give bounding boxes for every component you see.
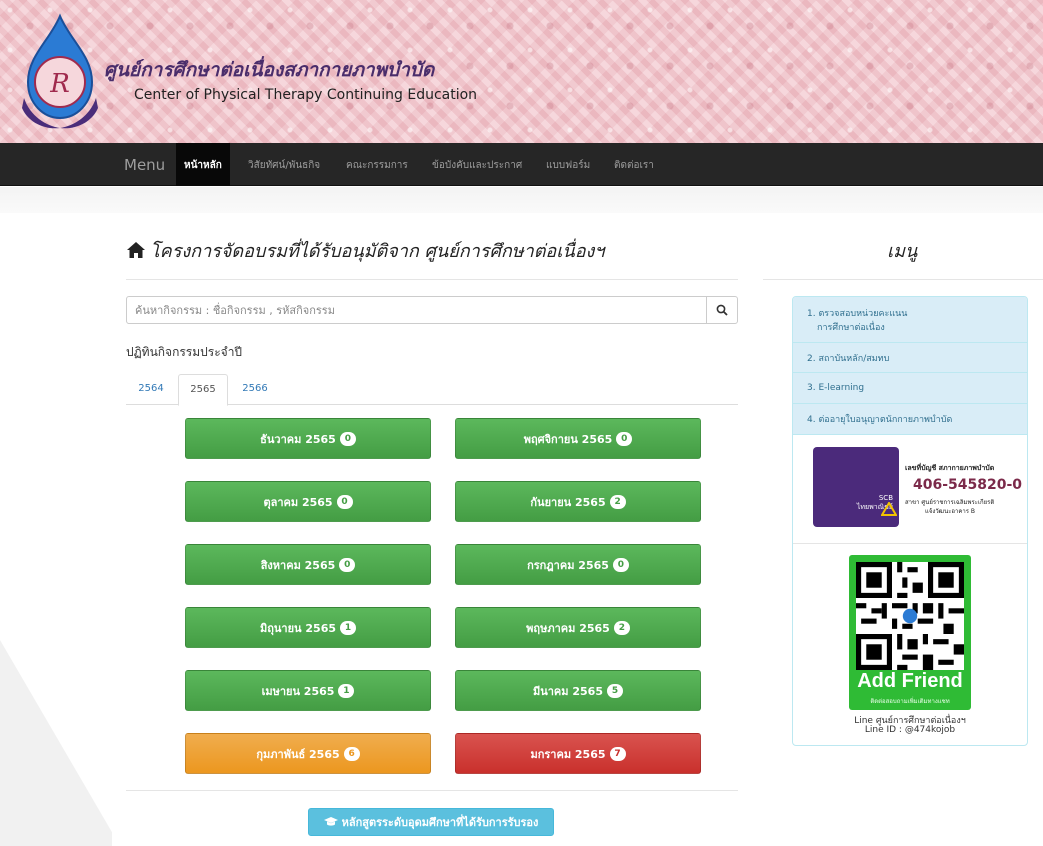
month-button-sep[interactable]: กันยายน 2565 2 xyxy=(455,481,701,522)
line-add-friend-qr[interactable]: Add Friend ติดต่อสอบถามเพิ่มเติมทางแชท xyxy=(849,555,971,710)
sidebar-item-license-renewal[interactable]: 4. ต่ออายุใบอนุญาตนักกายภาพบำบัด xyxy=(793,404,1027,435)
search-group xyxy=(126,296,738,324)
divider xyxy=(126,279,738,280)
month-button-nov[interactable]: พฤศจิกายน 2565 0 xyxy=(455,418,701,459)
header-banner: R ศูนย์การศึกษาต่อเนื่องสภากายภาพบำบัด C… xyxy=(0,0,1043,143)
month-button-oct[interactable]: ตุลาคม 2565 0 xyxy=(185,481,431,522)
page-title: โครงการจัดอบรมที่ได้รับอนุมัติจาก ศูนย์ก… xyxy=(126,236,604,265)
scb-logo-card: SCB ไทยพาณิชย์ xyxy=(813,447,899,527)
site-title-en: Center of Physical Therapy Continuing Ed… xyxy=(134,87,478,103)
activity-count-badge: 6 xyxy=(343,746,360,761)
activity-search-input[interactable] xyxy=(126,296,707,324)
activity-count-badge: 0 xyxy=(339,557,356,572)
nav-item-forms[interactable]: แบบฟอร์ม xyxy=(546,158,590,173)
activity-count-badge: 1 xyxy=(338,683,355,698)
month-label: ตุลาคม 2565 xyxy=(263,495,333,509)
sidebar-item-institutions[interactable]: 2. สถาบันหลัก/สมทบ xyxy=(793,343,1027,373)
month-button-mar[interactable]: มีนาคม 2565 5 xyxy=(455,670,701,711)
sidebar-panel: 1. ตรวจสอบหน่วยคะแนน การศึกษาต่อเนื่อง 2… xyxy=(792,296,1028,746)
month-button-feb[interactable]: กุมภาพันธ์ 2565 6 xyxy=(185,733,431,774)
bank-account-number: 406-545820-0 xyxy=(913,477,1023,493)
nav-item-committee[interactable]: คณะกรรมการ xyxy=(346,158,408,173)
month-button-jul[interactable]: กรกฎาคม 2565 0 xyxy=(455,544,701,585)
month-label: มกราคม 2565 xyxy=(530,747,606,761)
month-label: พฤศจิกายน 2565 xyxy=(523,432,613,446)
month-button-aug[interactable]: สิงหาคม 2565 0 xyxy=(185,544,431,585)
bank-branch-line2: แจ้งวัฒนะอาคาร B xyxy=(925,508,976,515)
activity-count-badge: 0 xyxy=(612,557,629,572)
nav-item-vision[interactable]: วิสัยทัศน์/พันธกิจ xyxy=(248,158,320,173)
month-label: สิงหาคม 2565 xyxy=(260,558,336,572)
month-button-dec[interactable]: ธันวาคม 2565 0 xyxy=(185,418,431,459)
divider xyxy=(126,790,738,791)
month-button-apr[interactable]: เมษายน 2565 1 xyxy=(185,670,431,711)
sidebar-title: เมนู xyxy=(887,241,918,262)
background-shape xyxy=(0,640,120,846)
activity-count-badge: 0 xyxy=(616,431,633,446)
divider xyxy=(793,543,1027,544)
center-logo[interactable]: R xyxy=(20,12,100,134)
bank-account-label: เลขที่บัญชี สภากายภาพบำบัด xyxy=(905,464,995,472)
month-label: กรกฎาคม 2565 xyxy=(527,558,609,572)
sidebar-item-check-credits[interactable]: 1. ตรวจสอบหน่วยคะแนน การศึกษาต่อเนื่อง xyxy=(793,297,1027,343)
tab-2564[interactable]: 2564 xyxy=(126,374,176,405)
sidebar-item-label: 2. สถาบันหลัก/สมทบ xyxy=(807,353,890,364)
sidebar-item-label: 1. ตรวจสอบหน่วยคะแนน xyxy=(807,308,908,319)
add-friend-subtext: ติดต่อสอบถามเพิ่มเติมทางแชท xyxy=(870,698,950,705)
nav-item-contact[interactable]: ติดต่อเรา xyxy=(614,158,654,173)
navbar-brand[interactable]: Menu xyxy=(124,156,165,174)
sidebar-item-label: 3. E-learning xyxy=(807,383,865,393)
background-strip xyxy=(0,187,1043,213)
activity-count-badge: 1 xyxy=(340,620,357,635)
sidebar-item-label: 4. ต่ออายุใบอนุญาตนักกายภาพบำบัด xyxy=(807,415,953,425)
month-button-jan[interactable]: มกราคม 2565 7 xyxy=(455,733,701,774)
bank-name-en: SCB xyxy=(878,494,893,502)
nav-item-regulations[interactable]: ข้อบังคับและประกาศ xyxy=(432,158,522,173)
activity-count-badge: 5 xyxy=(607,683,623,698)
tab-2566[interactable]: 2566 xyxy=(230,374,280,405)
scb-symbol-icon xyxy=(881,502,897,516)
tab-2565[interactable]: 2565 xyxy=(178,374,228,406)
month-label: กันยายน 2565 xyxy=(530,495,606,509)
month-button-jun[interactable]: มิถุนายน 2565 1 xyxy=(185,607,431,648)
qr-code-icon xyxy=(856,562,964,670)
month-label: เมษายน 2565 xyxy=(261,684,335,698)
activity-count-badge: 0 xyxy=(336,494,353,509)
activity-count-badge: 7 xyxy=(609,746,626,761)
search-icon xyxy=(716,304,728,316)
activity-count-badge: 0 xyxy=(339,431,356,446)
divider xyxy=(763,279,1043,280)
bank-account-card: SCB ไทยพาณิชย์ เลขที่บัญชี สภากายภาพบำบั… xyxy=(813,447,1023,527)
add-friend-label: Add Friend xyxy=(857,670,963,692)
month-button-may[interactable]: พฤษภาคม 2565 2 xyxy=(455,607,701,648)
accredited-curriculum-label: หลักสูตรระดับอุดมศึกษาที่ได้รับการรับรอง xyxy=(341,816,539,829)
site-title-th: ศูนย์การศึกษาต่อเนื่องสภากายภาพบำบัด xyxy=(104,59,435,81)
line-account-id: Line ID : @474kojob xyxy=(864,725,956,735)
sidebar-item-elearning[interactable]: 3. E-learning xyxy=(793,373,1027,404)
month-label: ธันวาคม 2565 xyxy=(260,432,336,446)
month-label: กุมภาพันธ์ 2565 xyxy=(256,747,340,761)
month-label: มีนาคม 2565 xyxy=(532,684,603,698)
nav-item-home[interactable]: หน้าหลัก xyxy=(176,143,230,186)
activity-count-badge: 2 xyxy=(613,620,630,635)
home-icon xyxy=(127,242,145,258)
qr-code-image xyxy=(856,562,964,670)
sidebar-item-label: การศึกษาต่อเนื่อง xyxy=(817,322,885,333)
top-navbar: Menu หน้าหลัก วิสัยทัศน์/พันธกิจ คณะกรรม… xyxy=(0,143,1043,186)
month-label: พฤษภาคม 2565 xyxy=(526,621,610,635)
page-title-text: โครงการจัดอบรมที่ได้รับอนุมัติจาก ศูนย์ก… xyxy=(150,241,605,262)
calendar-section-label: ปฏิทินกิจกรรมประจำปี xyxy=(126,345,243,359)
search-button[interactable] xyxy=(706,296,738,324)
month-label: มิถุนายน 2565 xyxy=(259,621,337,635)
svg-text:R: R xyxy=(49,69,70,99)
accredited-curriculum-button[interactable]: หลักสูตรระดับอุดมศึกษาที่ได้รับการรับรอง xyxy=(308,808,554,836)
year-tabs: 2564 2565 2566 xyxy=(126,374,738,406)
activity-count-badge: 2 xyxy=(609,494,626,509)
graduation-cap-icon xyxy=(323,817,338,826)
